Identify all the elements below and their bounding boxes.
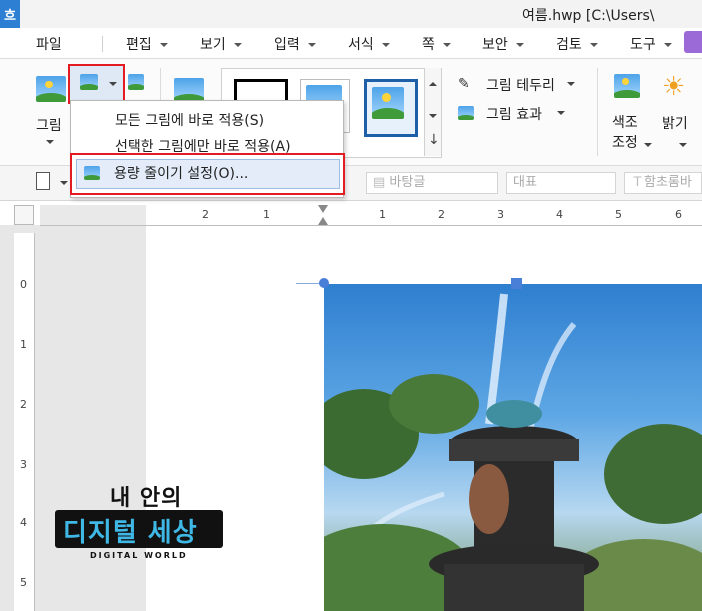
pen-icon: ✎	[458, 76, 470, 92]
ruler-tick: 5	[20, 576, 27, 589]
sun-icon: ☀	[662, 72, 686, 102]
menu-edit-label: 편집	[126, 37, 152, 53]
menu-insert-label: 입력	[274, 37, 300, 53]
representative-select[interactable]: 대표	[506, 172, 616, 194]
ruler-tick: 1	[379, 208, 386, 221]
picture-effect-button[interactable]: 그림 효과	[486, 104, 542, 124]
dropdown-item-apply-all[interactable]: 모든 그림에 바로 적용(S)	[115, 110, 264, 130]
ruler-tick: 0	[20, 278, 27, 291]
digital-world-logo: 내 안의 디지털 세상 DIGITAL WORLD	[50, 480, 230, 565]
ruler-tick: 2	[438, 208, 445, 221]
resize-handle-top[interactable]	[511, 278, 522, 289]
font-select[interactable]: Ｔ함초롬바	[624, 172, 702, 194]
menu-format[interactable]: 서식	[348, 34, 390, 54]
chevron-down-icon	[381, 43, 390, 47]
compress-picture-button[interactable]	[68, 64, 125, 104]
style-select-value: 바탕글	[389, 175, 426, 190]
menu-overflow-button[interactable]	[684, 31, 702, 53]
picture-effect-icon	[458, 106, 474, 120]
ruler-tick: 3	[20, 458, 27, 471]
chevron-down-icon[interactable]	[46, 140, 54, 144]
ribbon-divider	[597, 68, 598, 156]
menu-file[interactable]: 파일	[36, 34, 62, 54]
chevron-down-icon[interactable]	[679, 143, 687, 147]
ruler-tick: 2	[202, 208, 209, 221]
ruler-tick: 4	[556, 208, 563, 221]
selected-picture[interactable]	[324, 284, 702, 611]
menu-view[interactable]: 보기	[200, 34, 242, 54]
representative-select-value: 대표	[513, 175, 537, 190]
chevron-down-icon	[233, 43, 242, 47]
window-title: 여름.hwp [C:\Users\	[522, 8, 655, 24]
menu-file-label: 파일	[36, 37, 62, 53]
chevron-down-icon	[589, 43, 598, 47]
chevron-down-icon	[442, 43, 451, 47]
picture-border-button[interactable]: 그림 테두리	[486, 75, 555, 95]
ruler-tick: 1	[263, 208, 270, 221]
scroll-down-icon[interactable]	[429, 114, 437, 118]
menu-edit[interactable]: 편집	[126, 34, 168, 54]
picture-button-label[interactable]: 그림	[36, 115, 62, 135]
app-icon[interactable]: 흐	[0, 0, 20, 28]
highlight-box	[70, 153, 345, 195]
gallery-scrollbar[interactable]: ↓	[424, 68, 441, 156]
menu-security-label: 보안	[482, 37, 508, 53]
menu-review[interactable]: 검토	[556, 34, 598, 54]
resize-handle-top-left[interactable]	[319, 278, 329, 288]
chevron-down-icon	[515, 43, 524, 47]
ruler-tick: 6	[675, 208, 682, 221]
logo-main-text: 디지털 세상	[63, 518, 198, 548]
menu-review-label: 검토	[556, 37, 582, 53]
ruler-corner-button[interactable]	[14, 205, 34, 225]
compress-picture-icon	[80, 74, 98, 90]
menu-page-label: 쪽	[422, 37, 435, 53]
menu-bar: 파일 편집 보기 입력 서식 쪽 보안 검토 도구	[0, 28, 702, 59]
picture-style-icon[interactable]	[174, 78, 204, 102]
chevron-down-icon	[159, 43, 168, 47]
logo-sub-text: DIGITAL WORLD	[90, 551, 188, 560]
logo-top-text: 내 안의	[110, 486, 183, 511]
menu-view-label: 보기	[200, 37, 226, 53]
menu-security[interactable]: 보안	[482, 34, 524, 54]
scroll-up-icon[interactable]	[429, 82, 437, 86]
menu-tools[interactable]: 도구	[630, 34, 672, 54]
ruler-tick: 3	[497, 208, 504, 221]
chevron-down-icon	[663, 43, 672, 47]
color-adjust-label-line2: 조정	[612, 135, 638, 151]
font-select-value: 함초롬바	[644, 175, 692, 190]
ruler-tick: 5	[615, 208, 622, 221]
new-document-icon[interactable]	[36, 172, 50, 190]
style-blue-frame[interactable]	[364, 79, 418, 137]
menu-insert[interactable]: 입력	[274, 34, 316, 54]
horizontal-ruler-margin	[40, 205, 146, 226]
chevron-down-icon[interactable]	[557, 111, 565, 115]
menu-format-label: 서식	[348, 37, 374, 53]
logo-main-badge: 디지털 세상	[55, 510, 223, 548]
style-select[interactable]: ▤ 바탕글	[366, 172, 498, 194]
menu-tools-label: 도구	[630, 37, 656, 53]
ruler-tick: 4	[20, 516, 27, 529]
style-icon: ▤	[373, 175, 390, 190]
chevron-down-icon[interactable]	[567, 82, 575, 86]
menu-page[interactable]: 쪽	[422, 34, 451, 54]
font-icon: Ｔ	[631, 175, 645, 190]
color-adjust-label-line1: 색조	[612, 115, 638, 131]
color-adjust-icon	[614, 74, 640, 98]
color-adjust-button[interactable]: 색조 조정	[612, 113, 638, 153]
chevron-down-icon[interactable]	[644, 143, 652, 147]
picture-icon[interactable]	[36, 76, 66, 102]
indent-marker-icon[interactable]	[318, 205, 328, 225]
chevron-down-icon[interactable]	[60, 181, 68, 185]
reset-picture-icon[interactable]	[128, 74, 144, 90]
menu-divider	[102, 36, 103, 52]
ruler-tick: 1	[20, 338, 27, 351]
ruler-tick: 2	[20, 398, 27, 411]
chevron-down-icon	[109, 82, 117, 86]
gallery-expand-icon[interactable]: ↓	[428, 132, 440, 148]
brightness-button[interactable]: 밝기	[662, 113, 688, 133]
chevron-down-icon	[307, 43, 316, 47]
